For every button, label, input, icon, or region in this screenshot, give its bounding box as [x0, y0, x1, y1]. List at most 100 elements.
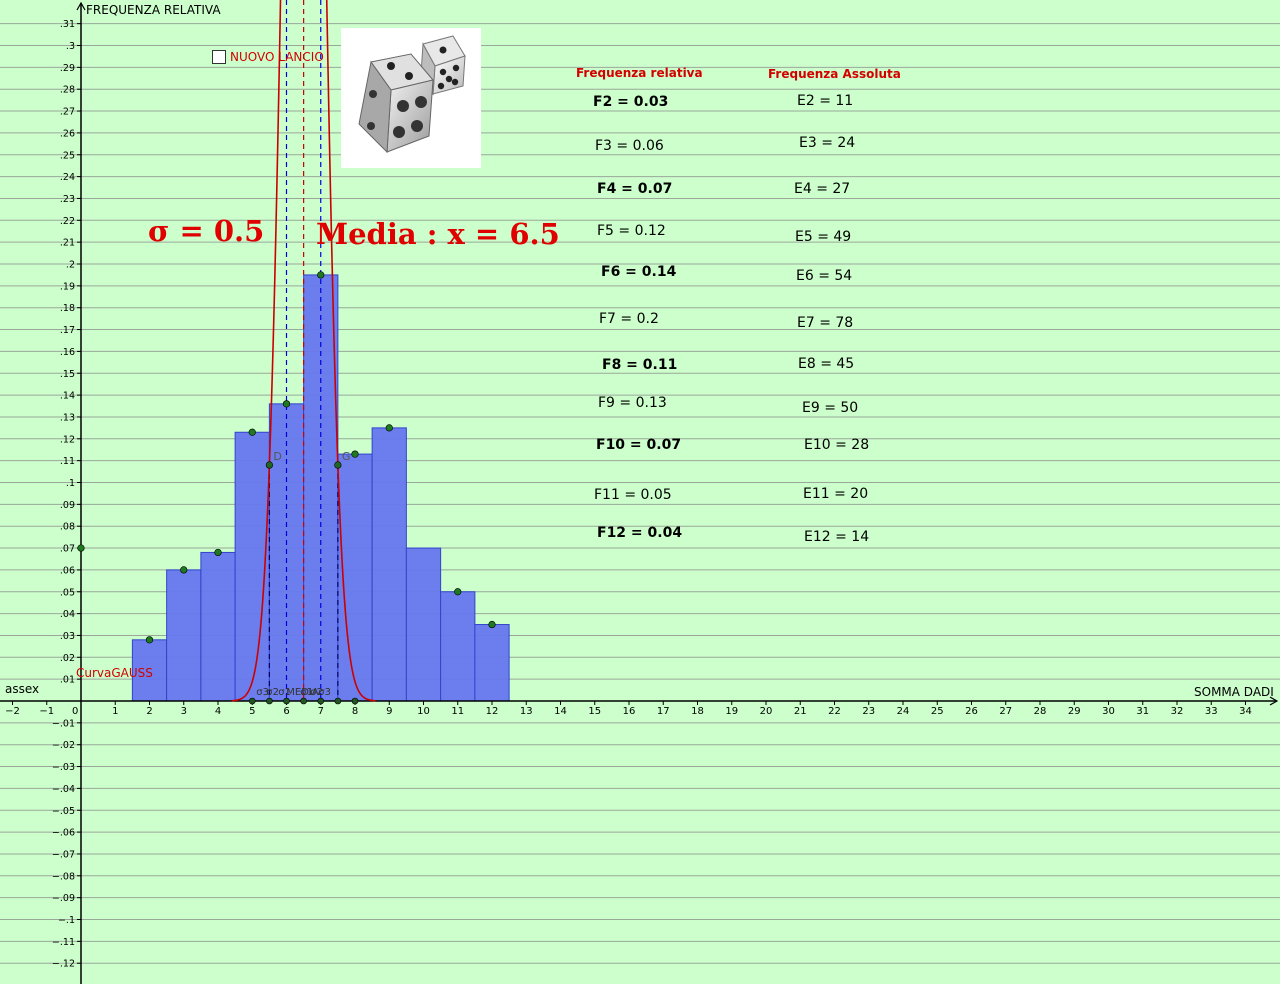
data-point — [385, 424, 393, 432]
histogram-bar — [200, 551, 236, 702]
marker-label: D — [273, 450, 281, 463]
x-tick-label: 14 — [554, 706, 567, 717]
x-tick-label: 10 — [417, 706, 430, 717]
y-tick-label: .03 — [60, 631, 75, 642]
y-tick-label: −.01 — [52, 718, 75, 729]
relative-frequency-value: F5 = 0.12 — [597, 223, 666, 239]
y-tick-label: −.02 — [52, 740, 75, 751]
y-tick-label: .08 — [60, 522, 75, 533]
absolute-frequency-value: E4 = 27 — [794, 181, 851, 197]
x-tick-label: 28 — [1034, 706, 1047, 717]
data-point — [248, 428, 256, 436]
y-tick-label: −.05 — [52, 806, 75, 817]
y-tick-label: .28 — [60, 85, 75, 96]
x-axis-title: SOMMA DADI — [1194, 685, 1274, 699]
relative-frequency-value: F4 = 0.07 — [597, 181, 673, 197]
dice-image — [341, 28, 481, 168]
x-tick-label: 6 — [283, 706, 289, 717]
absolute-frequency-value: E7 = 78 — [797, 315, 854, 331]
absolute-frequency-value: E12 = 14 — [804, 529, 870, 545]
relative-frequency-value: F8 = 0.11 — [602, 357, 678, 373]
y-tick-label: .2 — [66, 260, 75, 271]
relative-frequency-value: F12 = 0.04 — [597, 525, 683, 541]
y-tick-label: .24 — [60, 172, 75, 183]
relative-frequency-value: F7 = 0.2 — [599, 311, 659, 327]
x-tick-label: 19 — [725, 706, 738, 717]
y-tick-label: .01 — [60, 675, 75, 686]
relative-frequency-header: Frequenza relativa — [576, 66, 703, 80]
y-tick-label: −.08 — [52, 871, 75, 882]
y-tick-label: −.03 — [52, 762, 75, 773]
absolute-frequency-value: E2 = 11 — [797, 93, 854, 109]
x-tick-label: −1 — [39, 706, 54, 717]
x-tick-label: 25 — [931, 706, 944, 717]
x-tick-label: 17 — [657, 706, 670, 717]
mean-value: Media : x = 6.5 — [316, 217, 560, 251]
x-tick-label: 31 — [1136, 706, 1149, 717]
x-tick-label: 0 — [72, 706, 78, 717]
absolute-frequency-value: E6 = 54 — [796, 268, 853, 284]
relative-frequency-value: F6 = 0.14 — [601, 264, 677, 280]
x-tick-label: 13 — [520, 706, 533, 717]
x-tick-label: 12 — [486, 706, 499, 717]
data-point — [214, 548, 222, 557]
new-roll-checkbox[interactable]: NUOVO LANCIO — [212, 50, 324, 64]
absolute-frequency-value: E10 = 28 — [804, 437, 870, 453]
data-point — [282, 400, 291, 408]
y-tick-label: −.06 — [52, 828, 75, 839]
data-point — [351, 450, 359, 458]
absolute-frequency-value: E5 = 49 — [795, 229, 852, 245]
y-tick-label: .12 — [60, 434, 75, 445]
x-tick-label: 20 — [760, 706, 773, 717]
geogebra-canvas[interactable]: −2 −1 0 1 2 3 4 5 6 7 8 9 10 11 12 13 14 15 16 17 18 19 20 21 22… — [0, 0, 1280, 984]
axis-point — [283, 697, 290, 705]
y-tick-label: .07 — [60, 544, 75, 555]
x-tick-label: 27 — [999, 706, 1012, 717]
x-tick-label: 21 — [794, 706, 807, 717]
y-tick-label: .26 — [60, 128, 75, 139]
histogram-bar — [166, 569, 202, 702]
x-tick-label: 1 — [112, 706, 118, 717]
axis-point — [334, 697, 342, 705]
gauss-curve-label: CurvaGAUSS — [76, 666, 153, 680]
y-tick-label: .23 — [60, 194, 75, 205]
y-tick-label: −.1 — [58, 915, 75, 926]
relative-frequency-value: F3 = 0.06 — [595, 138, 664, 154]
x-tick-label: 5 — [249, 706, 255, 717]
absolute-frequency-value: E3 = 24 — [799, 135, 856, 151]
y-tick-label: −.07 — [52, 849, 75, 860]
relative-frequency-value: F10 = 0.07 — [596, 437, 682, 453]
axis-point-label: σ2 — [266, 687, 279, 698]
axis-point — [248, 697, 256, 705]
x-tick-label: 26 — [965, 706, 978, 717]
x-tick-label: 9 — [386, 706, 392, 717]
y-tick-label: .21 — [60, 238, 75, 249]
data-point — [145, 636, 154, 644]
y-tick-label: .02 — [60, 653, 75, 664]
y-tick-label: −.12 — [52, 959, 75, 970]
absolute-frequency-value: E8 = 45 — [798, 356, 855, 372]
relative-frequency-value: F9 = 0.13 — [598, 395, 667, 411]
y-tick-label: .3 — [66, 41, 75, 52]
histogram-bar — [405, 547, 442, 702]
y-tick-label: .25 — [60, 150, 75, 161]
histogram-bar — [474, 624, 510, 702]
new-roll-label[interactable]: NUOVO LANCIO — [230, 50, 324, 64]
y-tick-label: .13 — [60, 412, 75, 423]
marker-point — [265, 461, 273, 469]
y-tick-label: .05 — [60, 587, 75, 598]
x-tick-label: 22 — [828, 706, 841, 717]
checkbox-box[interactable] — [212, 50, 226, 64]
relative-frequency-value: F2 = 0.03 — [593, 94, 669, 110]
y-tick-label: .22 — [60, 216, 75, 227]
y-tick-label: .11 — [60, 456, 75, 467]
y-axis-title: FREQUENZA RELATIVA — [86, 3, 221, 17]
y-tick-label: .06 — [60, 565, 75, 576]
y-tick-label: .14 — [60, 391, 75, 402]
axis-point — [300, 697, 307, 705]
y-tick-label: .16 — [60, 347, 75, 358]
y-tick-label: .1 — [66, 478, 75, 489]
x-tick-label: 7 — [318, 706, 324, 717]
y-tick-label: .29 — [60, 63, 75, 74]
x-tick-label: 18 — [691, 706, 704, 717]
